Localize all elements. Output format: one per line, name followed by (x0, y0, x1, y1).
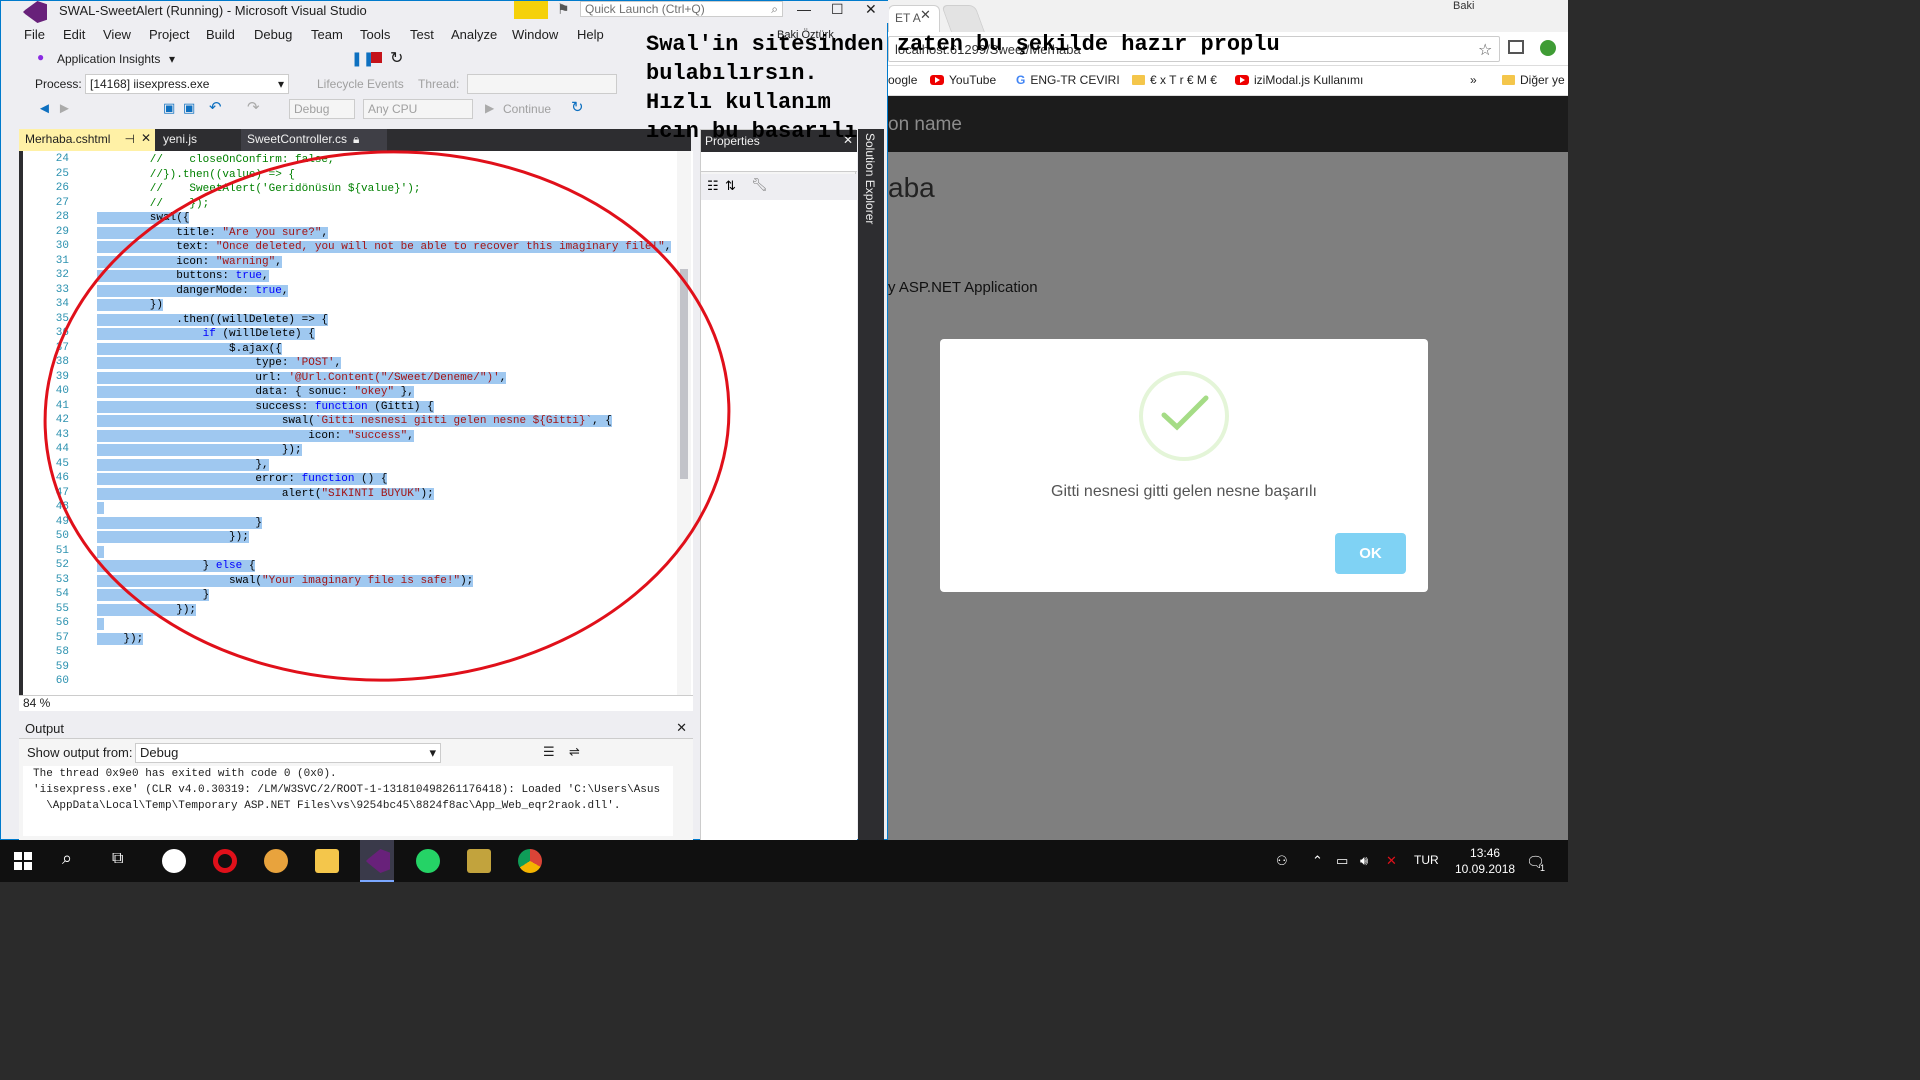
input-language[interactable]: TUR (1414, 853, 1439, 867)
file-explorer-icon[interactable] (315, 849, 339, 873)
whatsapp-icon[interactable] (416, 849, 440, 873)
people-icon[interactable]: ⚇ (1276, 853, 1288, 869)
notification-count: 1 (1540, 863, 1546, 873)
chrome-icon[interactable] (518, 849, 542, 873)
task-view-icon[interactable]: ⧉ (112, 850, 123, 868)
annotation-line: ıcın bu basarılı (646, 119, 858, 144)
chevron-up-icon[interactable]: ⌃ (1312, 853, 1323, 869)
annotation-line: bulabılırsın. (646, 61, 818, 86)
network-icon[interactable]: ✕ (1386, 853, 1397, 869)
annotation-text: Swal'in sitesinden zaten bu şekilde hazı… (646, 30, 1346, 146)
app-icon[interactable] (162, 849, 186, 873)
clock-time: 13:46 (1470, 846, 1501, 860)
search-icon[interactable]: ⌕ (62, 848, 72, 869)
paint-icon[interactable] (264, 849, 288, 873)
windows-taskbar: ⌕ ⧉ ⚇ ⌃ ▭ 🔊︎ ✕ TUR 13:46 10.09.2018 🗨︎ 1 (0, 840, 1568, 882)
tool-icon[interactable] (467, 849, 491, 873)
battery-icon[interactable]: ▭ (1336, 853, 1348, 869)
annotation-line: Swal'in sitesinden zaten bu şekilde hazı… (646, 32, 1280, 57)
clock-date: 10.09.2018 (1455, 862, 1516, 876)
taskbar-clock[interactable]: 13:46 10.09.2018 (1455, 845, 1515, 877)
annotation-line: Hızlı kullanım (646, 90, 831, 115)
windows-start-icon[interactable] (14, 852, 32, 870)
opera-icon[interactable] (213, 849, 237, 873)
volume-icon[interactable]: 🔊︎ (1360, 853, 1368, 869)
